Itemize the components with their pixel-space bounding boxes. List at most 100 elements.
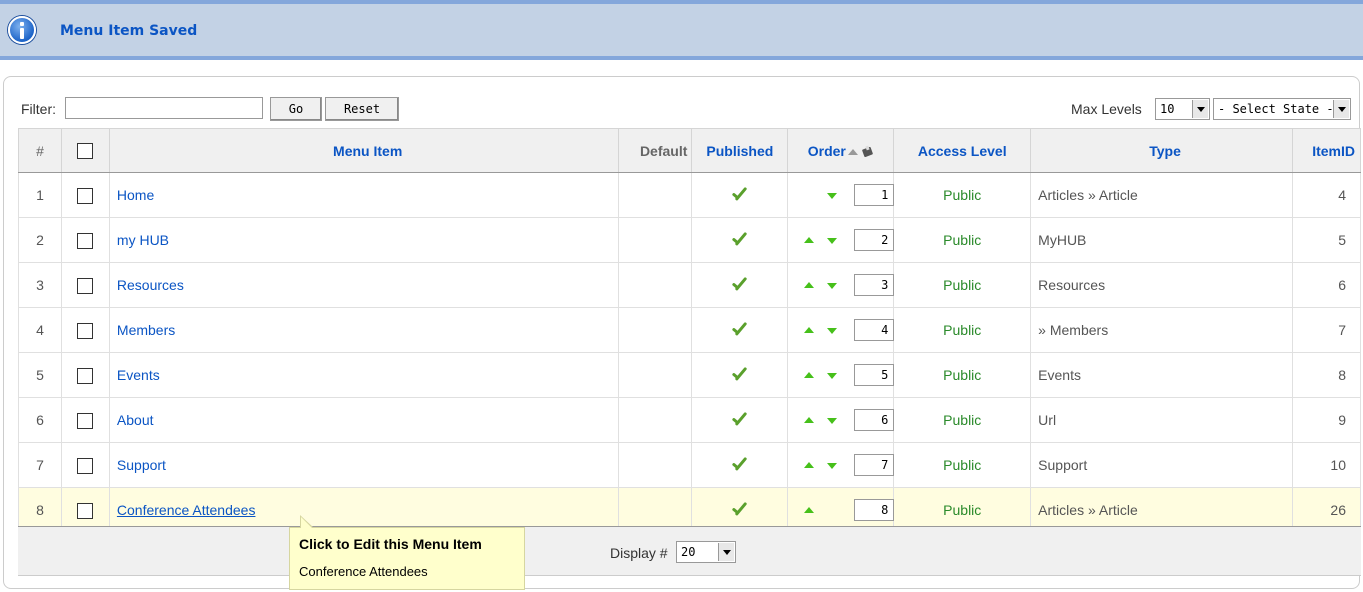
row-number: 7 [18, 442, 62, 488]
menu-item-link[interactable]: Resources [117, 277, 184, 293]
move-down-icon[interactable] [827, 463, 838, 469]
type-cell: Url [1030, 397, 1293, 443]
move-up-icon[interactable] [804, 507, 815, 513]
menu-item-link[interactable]: About [117, 412, 154, 428]
move-up-icon[interactable] [804, 417, 815, 423]
row-checkbox-cell[interactable] [60, 307, 110, 353]
edit-tooltip: Click to Edit this Menu Item Conference … [289, 515, 525, 590]
select-all-checkbox[interactable] [77, 143, 94, 160]
order-input[interactable]: 8 [854, 499, 895, 521]
access-level-link[interactable]: Public [943, 367, 981, 383]
access-level-link[interactable]: Public [943, 502, 981, 518]
published-cell[interactable] [691, 397, 789, 443]
row-checkbox[interactable] [77, 367, 94, 384]
move-down-icon[interactable] [827, 283, 838, 289]
move-up-icon[interactable] [804, 282, 815, 288]
state-select-value: - Select State - [1218, 102, 1334, 116]
menu-item-link[interactable]: Conference Attendees [117, 502, 256, 518]
go-button[interactable]: Go [270, 97, 322, 121]
row-checkbox[interactable] [77, 457, 94, 474]
order-input[interactable]: 3 [854, 274, 895, 296]
published-cell[interactable] [691, 442, 789, 488]
itemid-cell: 8 [1291, 352, 1362, 398]
menu-item-link[interactable]: Events [117, 367, 160, 383]
menu-item-link[interactable]: Home [117, 187, 154, 203]
move-up-icon[interactable] [804, 327, 815, 333]
display-count-select[interactable]: 20 [676, 541, 736, 563]
header-order-label[interactable]: Order [808, 143, 846, 159]
order-cell: 7 [787, 442, 895, 488]
move-down-icon[interactable] [827, 373, 838, 379]
header-order[interactable]: Order [787, 128, 895, 173]
access-level-link[interactable]: Public [943, 412, 981, 428]
row-checkbox[interactable] [77, 277, 94, 294]
table-row: 5 Events 5 Public Events 8 [18, 352, 1362, 398]
header-access[interactable]: Access Level [893, 128, 1032, 173]
table-header-row: # Menu Item Default Published Order Acce… [18, 128, 1362, 173]
access-level-link[interactable]: Public [943, 232, 981, 248]
published-cell[interactable] [691, 217, 789, 263]
access-level-link[interactable]: Public [943, 322, 981, 338]
row-checkbox[interactable] [77, 502, 94, 519]
row-checkbox[interactable] [77, 232, 94, 249]
header-type[interactable]: Type [1030, 128, 1293, 173]
default-cell [618, 172, 693, 218]
table-row: 2 my HUB 2 Public MyHUB 5 [18, 217, 1362, 263]
save-order-icon[interactable] [862, 146, 874, 158]
menu-item-link[interactable]: Members [117, 322, 175, 338]
move-down-icon[interactable] [827, 328, 838, 334]
row-checkbox-cell[interactable] [60, 262, 110, 308]
max-levels-select[interactable]: 10 [1155, 98, 1210, 120]
row-checkbox[interactable] [77, 187, 94, 204]
row-checkbox-cell[interactable] [60, 397, 110, 443]
move-up-icon[interactable] [804, 372, 815, 378]
order-input[interactable]: 1 [854, 184, 895, 206]
published-check-icon[interactable] [729, 501, 751, 519]
reset-button[interactable]: Reset [325, 97, 399, 121]
row-checkbox-cell[interactable] [60, 172, 110, 218]
move-down-icon[interactable] [827, 418, 838, 424]
move-down-icon[interactable] [827, 238, 838, 244]
published-cell[interactable] [691, 262, 789, 308]
published-check-icon[interactable] [729, 276, 751, 294]
menu-item-link[interactable]: my HUB [117, 232, 169, 248]
header-itemid[interactable]: ItemID [1291, 128, 1362, 173]
published-check-icon[interactable] [729, 366, 751, 384]
order-input[interactable]: 5 [854, 364, 895, 386]
system-message: Menu Item Saved [0, 0, 1363, 60]
max-levels-label: Max Levels [1071, 101, 1142, 117]
access-cell: Public [893, 397, 1032, 443]
access-level-link[interactable]: Public [943, 457, 981, 473]
row-checkbox-cell[interactable] [60, 442, 110, 488]
published-cell[interactable] [691, 352, 789, 398]
header-published[interactable]: Published [691, 128, 789, 173]
published-check-icon[interactable] [729, 456, 751, 474]
published-check-icon[interactable] [729, 411, 751, 429]
row-checkbox[interactable] [77, 412, 94, 429]
header-checkall[interactable] [60, 128, 110, 173]
menu-item-cell: my HUB [108, 217, 620, 263]
published-check-icon[interactable] [729, 321, 751, 339]
access-level-link[interactable]: Public [943, 187, 981, 203]
move-up-icon[interactable] [804, 462, 815, 468]
order-input[interactable]: 4 [854, 319, 895, 341]
row-checkbox-cell[interactable] [60, 217, 110, 263]
order-input[interactable]: 6 [854, 409, 895, 431]
published-cell[interactable] [691, 307, 789, 353]
published-cell[interactable] [691, 172, 789, 218]
filter-input[interactable] [65, 97, 263, 119]
order-input[interactable]: 2 [854, 229, 895, 251]
menu-item-cell: Events [108, 352, 620, 398]
order-input[interactable]: 7 [854, 454, 895, 476]
row-checkbox[interactable] [77, 322, 94, 339]
published-check-icon[interactable] [729, 231, 751, 249]
access-level-link[interactable]: Public [943, 277, 981, 293]
header-menu-item[interactable]: Menu Item [108, 128, 620, 173]
row-checkbox-cell[interactable] [60, 352, 110, 398]
menu-item-link[interactable]: Support [117, 457, 166, 473]
move-down-icon[interactable] [827, 193, 838, 199]
state-select[interactable]: - Select State - [1213, 98, 1351, 120]
access-cell: Public [893, 307, 1032, 353]
move-up-icon[interactable] [804, 237, 815, 243]
published-check-icon[interactable] [729, 186, 751, 204]
